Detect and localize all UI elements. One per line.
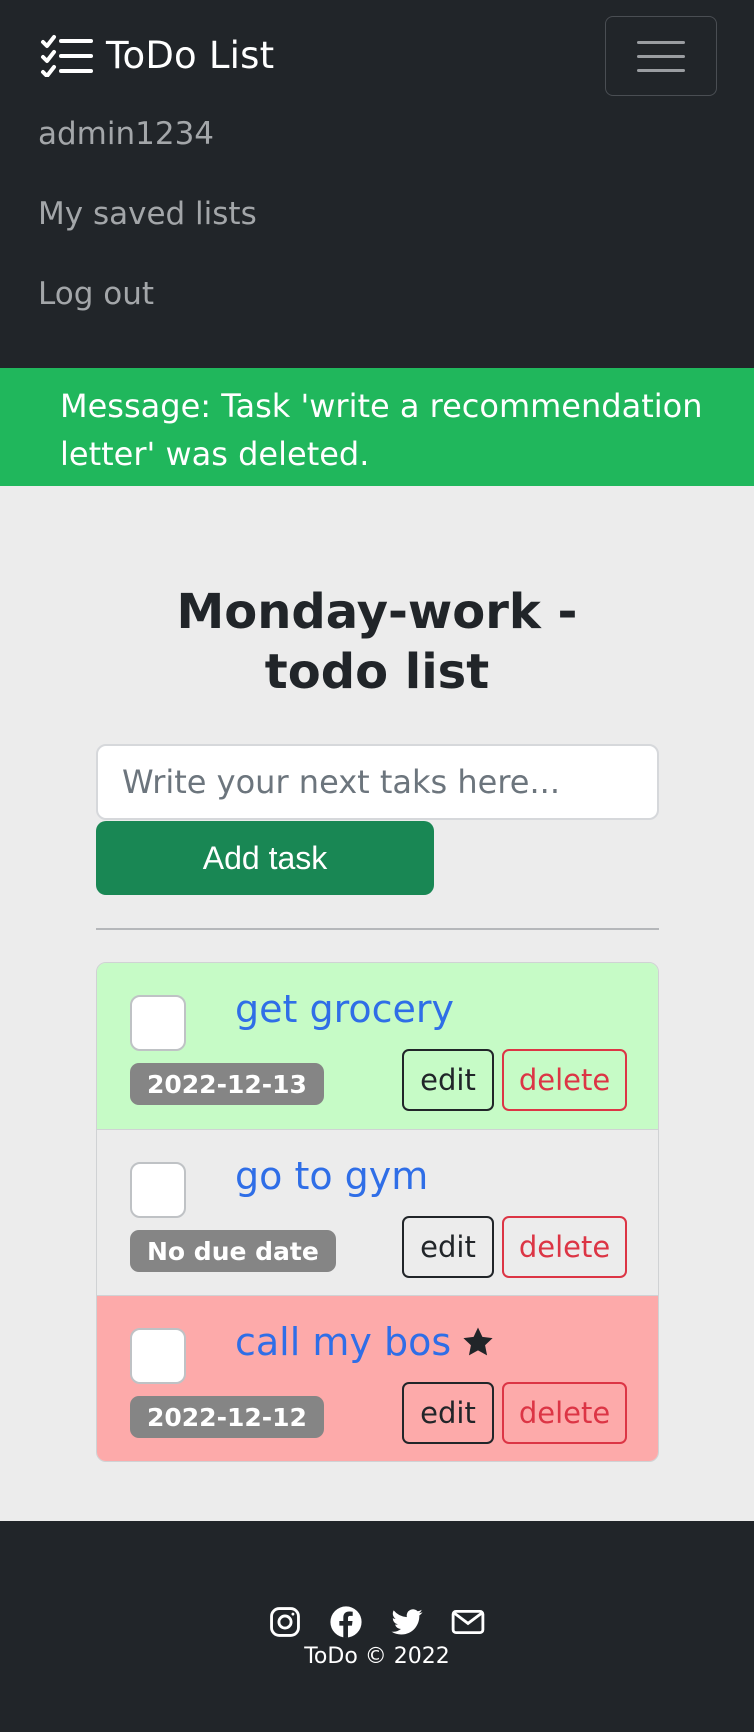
task-item: go to gym No due date edit delete [97,1129,658,1295]
edit-button[interactable]: edit [402,1216,494,1278]
delete-button[interactable]: delete [502,1049,627,1111]
envelope-icon[interactable] [451,1605,485,1639]
task-checkbox[interactable] [130,1162,186,1218]
task-name-link[interactable]: call my bos [235,1320,495,1364]
task-name-link[interactable]: get grocery [235,987,454,1031]
social-links [268,1605,485,1639]
due-date-badge: No due date [130,1230,336,1272]
task-checkbox[interactable] [130,995,186,1051]
task-name-link[interactable]: go to gym [235,1154,428,1198]
footer [0,1521,754,1732]
nav-link-saved-lists[interactable]: My saved lists [38,196,257,232]
task-name[interactable]: get grocery [235,987,454,1031]
page-title-line2: todo list [264,644,490,700]
hamburger-menu-icon[interactable] [605,16,717,96]
navbar-brand[interactable]: ToDo List [40,30,274,80]
copyright: ToDo © 2022 [304,1644,450,1669]
due-date-badge: 2022-12-12 [130,1396,324,1438]
edit-button[interactable]: edit [402,1382,494,1444]
nav-link-user[interactable]: admin1234 [38,116,214,152]
delete-button[interactable]: delete [502,1216,627,1278]
page-title-line1: Monday-work - [176,584,578,640]
alert-message: Message: Task 'write a recommendation le… [0,368,754,486]
facebook-icon[interactable] [329,1605,363,1639]
task-name[interactable]: call my bos [235,1320,451,1364]
task-checkbox[interactable] [130,1328,186,1384]
navbar: ToDo List admin1234 My saved lists Log o… [0,0,754,368]
edit-button[interactable]: edit [402,1049,494,1111]
task-item: call my bos 2022-12-12 edit delete [97,1295,658,1461]
page-title: Monday-work - todo list [0,582,754,702]
nav-link-logout[interactable]: Log out [38,276,154,312]
add-task-button[interactable]: Add task [96,821,434,895]
task-item: get grocery 2022-12-13 edit delete [97,963,658,1129]
task-list: get grocery 2022-12-13 edit delete go to… [96,962,659,1462]
star-icon [463,1327,493,1356]
brand-title: ToDo List [106,33,275,77]
divider [96,928,659,930]
new-task-input[interactable] [96,744,659,820]
checklist-icon [41,35,93,77]
due-date-badge: 2022-12-13 [130,1063,324,1105]
task-name[interactable]: go to gym [235,1154,428,1198]
delete-button[interactable]: delete [502,1382,627,1444]
instagram-icon[interactable] [268,1605,302,1639]
twitter-icon[interactable] [390,1605,424,1639]
